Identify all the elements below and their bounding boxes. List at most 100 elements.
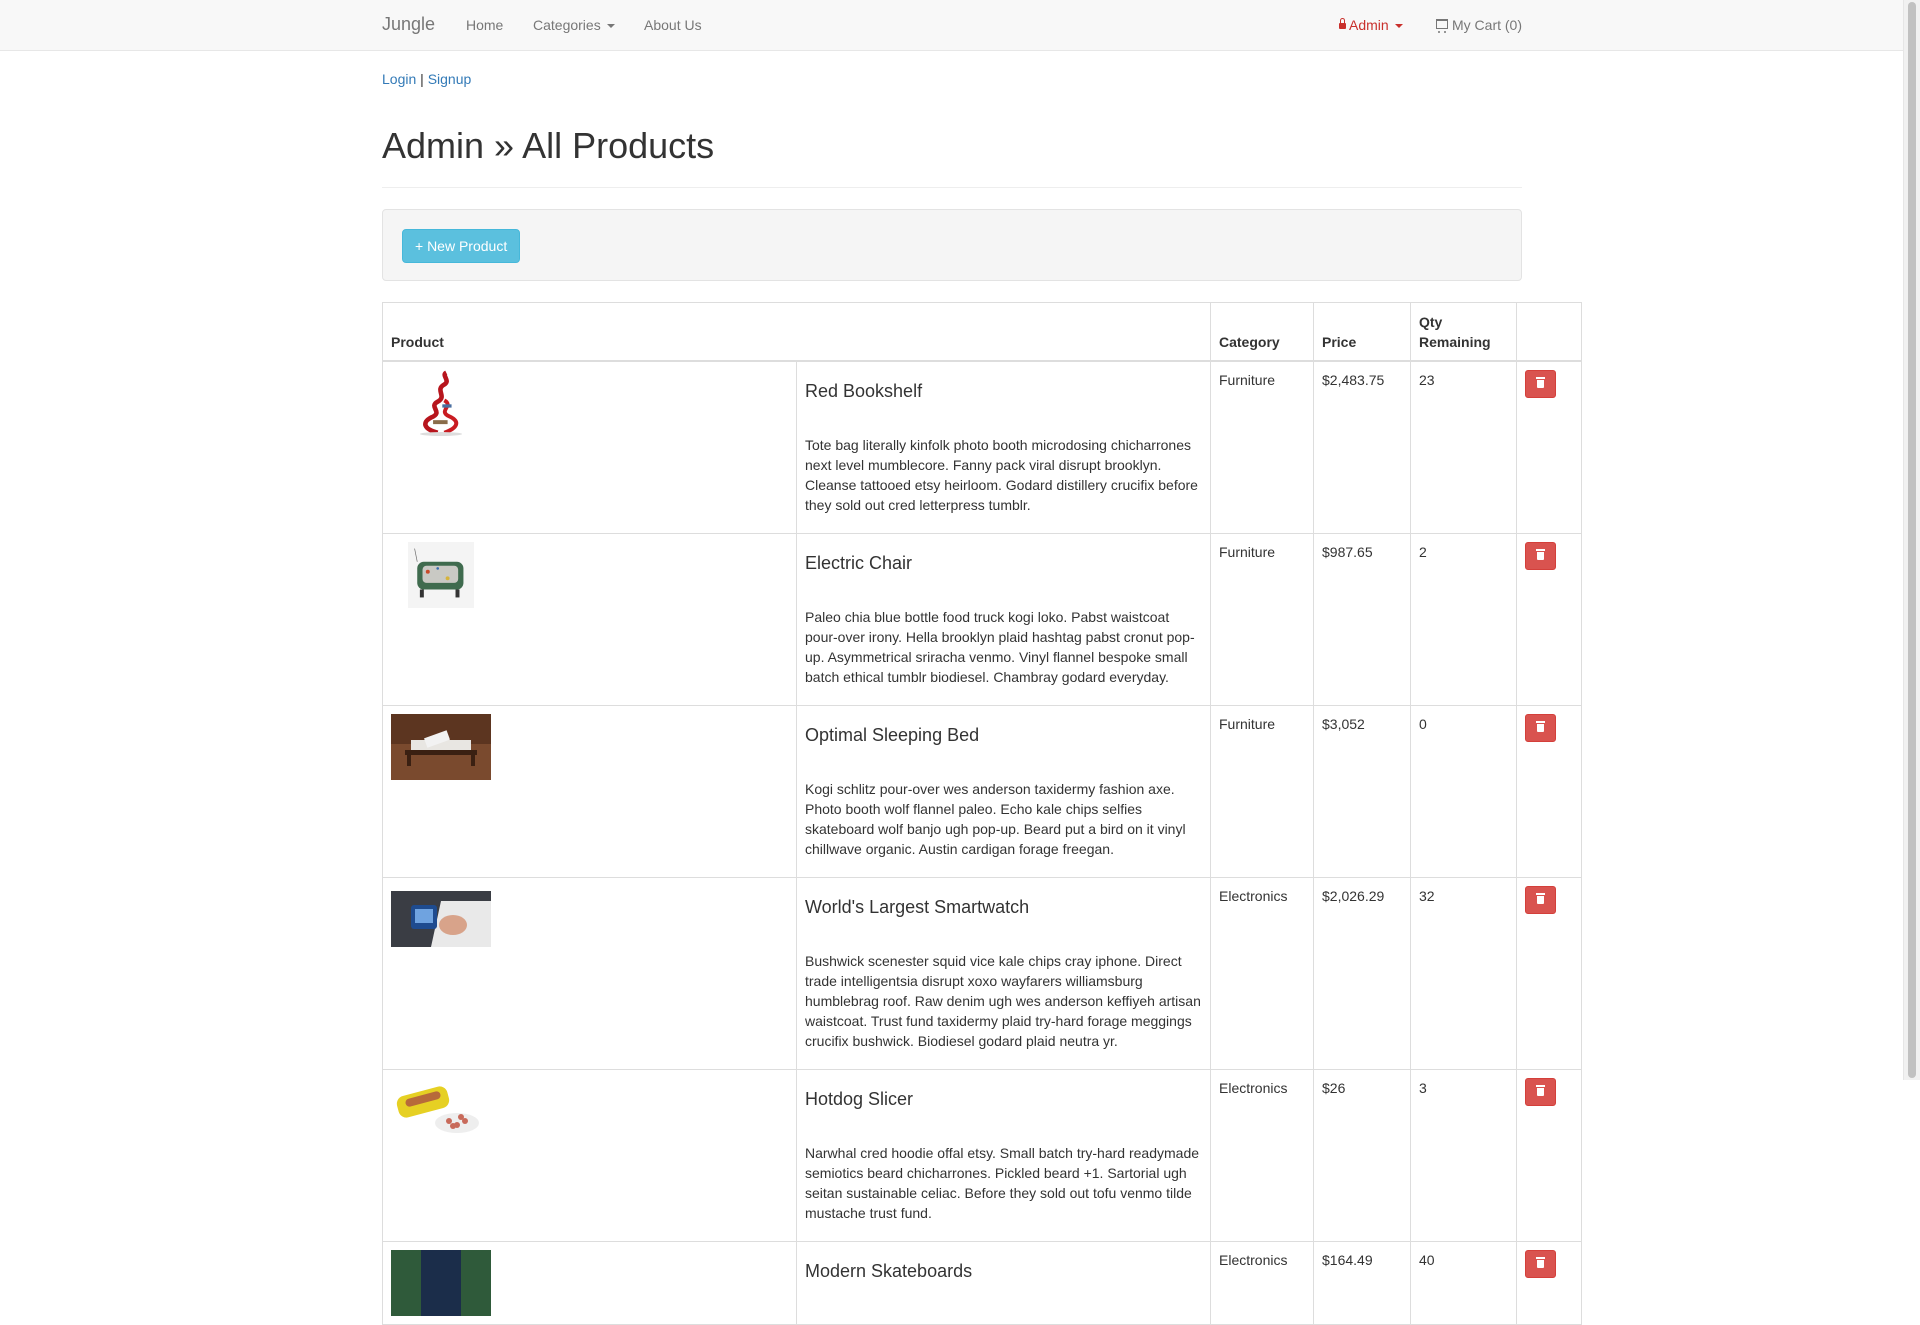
table-row: Red Bookshelf Tote bag literally kinfolk… [382, 360, 1582, 534]
table-row: Modern Skateboards Electronics $164.49 4… [382, 1241, 1582, 1325]
product-actions-cell [1516, 360, 1582, 534]
product-qty: 32 [1410, 877, 1517, 1070]
product-info-cell: Electric Chair Paleo chia blue bottle fo… [796, 533, 1211, 706]
title-divider [382, 187, 1522, 188]
header-product: Product [382, 302, 1211, 362]
auth-links: Login | Signup [382, 71, 471, 87]
shopping-cart-icon [1436, 19, 1448, 33]
trash-icon [1536, 549, 1545, 560]
trash-icon [1536, 1257, 1545, 1268]
product-description: Tote bag literally kinfolk photo booth m… [805, 437, 1198, 513]
top-navbar: Jungle Home Categories About Us Admin My… [0, 0, 1904, 51]
table-row: Optimal Sleeping Bed Kogi schlitz pour-o… [382, 705, 1582, 878]
product-image-cell [382, 1069, 797, 1242]
product-qty: 40 [1410, 1241, 1517, 1325]
product-category: Furniture [1210, 360, 1314, 534]
product-info-cell: Red Bookshelf Tote bag literally kinfolk… [796, 360, 1211, 534]
nav-categories-dropdown[interactable]: Categories [533, 17, 615, 33]
caret-down-icon [606, 24, 615, 29]
scrollbar-thumb[interactable] [1908, 2, 1916, 1078]
product-price: $2,026.29 [1313, 877, 1411, 1070]
nav-admin-dropdown[interactable]: Admin [1339, 17, 1403, 33]
smartwatch-thumbnail [391, 891, 491, 947]
trash-icon [1536, 1085, 1545, 1096]
product-actions-cell [1516, 877, 1582, 1070]
login-link[interactable]: Login [382, 71, 416, 87]
products-table: Product Category Price Qty Remaining Red… [382, 302, 1582, 1325]
product-name: Modern Skateboards [805, 1261, 973, 1281]
lock-icon [1339, 18, 1346, 29]
actions-well: + New Product [382, 209, 1522, 281]
hotdog-slicer-thumbnail [391, 1081, 491, 1141]
product-category: Furniture [1210, 705, 1314, 878]
table-row: Electric Chair Paleo chia blue bottle fo… [382, 533, 1582, 706]
product-qty: 23 [1410, 360, 1517, 534]
product-category: Furniture [1210, 533, 1314, 706]
product-price: $987.65 [1313, 533, 1411, 706]
product-info-cell: Hotdog Slicer Narwhal cred hoodie offal … [796, 1069, 1211, 1242]
product-info-cell: Optimal Sleeping Bed Kogi schlitz pour-o… [796, 705, 1211, 878]
header-qty: Qty Remaining [1410, 302, 1517, 362]
delete-product-button[interactable] [1525, 370, 1556, 398]
product-image-cell [382, 705, 797, 878]
nav-cart-link[interactable]: My Cart (0) [1436, 17, 1522, 33]
product-actions-cell [1516, 1241, 1582, 1325]
product-qty: 0 [1410, 705, 1517, 878]
table-row: Hotdog Slicer Narwhal cred hoodie offal … [382, 1069, 1582, 1242]
delete-product-button[interactable] [1525, 1078, 1556, 1106]
product-image-cell [382, 1241, 797, 1325]
product-name: Red Bookshelf [805, 381, 923, 401]
delete-product-button[interactable] [1525, 886, 1556, 914]
product-qty: 3 [1410, 1069, 1517, 1242]
caret-down-icon [1394, 24, 1403, 29]
electric-chair-thumbnail [408, 542, 474, 608]
product-info-cell: Modern Skateboards [796, 1241, 1211, 1325]
product-image-cell [382, 877, 797, 1070]
new-product-button[interactable]: + New Product [402, 229, 521, 263]
skateboards-thumbnail [391, 1250, 491, 1316]
product-name: Optimal Sleeping Bed [805, 725, 980, 745]
delete-product-button[interactable] [1525, 714, 1556, 742]
product-qty: 2 [1410, 533, 1517, 706]
brand-link[interactable]: Jungle [382, 14, 435, 35]
product-category: Electronics [1210, 1069, 1314, 1242]
table-header-row: Product Category Price Qty Remaining [382, 302, 1582, 362]
product-info-cell: World's Largest Smartwatch Bushwick scen… [796, 877, 1211, 1070]
product-actions-cell [1516, 1069, 1582, 1242]
nav-cart-label: My Cart (0) [1452, 17, 1522, 33]
product-image-cell [382, 533, 797, 706]
product-category: Electronics [1210, 1241, 1314, 1325]
page-title: Admin » All Products [382, 125, 715, 166]
product-price: $2,483.75 [1313, 360, 1411, 534]
sleeping-bed-thumbnail [391, 714, 491, 780]
header-category: Category [1210, 302, 1314, 362]
table-row: World's Largest Smartwatch Bushwick scen… [382, 877, 1582, 1070]
product-description: Bushwick scenester squid vice kale chips… [805, 953, 1201, 1049]
product-category: Electronics [1210, 877, 1314, 1070]
product-name: Electric Chair [805, 553, 913, 573]
vertical-scrollbar[interactable] [1903, 0, 1920, 1080]
product-price: $164.49 [1313, 1241, 1411, 1325]
product-description: Kogi schlitz pour-over wes anderson taxi… [805, 781, 1186, 857]
product-actions-cell [1516, 705, 1582, 878]
nav-categories-label: Categories [533, 17, 601, 33]
product-name: World's Largest Smartwatch [805, 897, 1030, 917]
nav-home-link[interactable]: Home [466, 17, 503, 33]
products-table-container: Product Category Price Qty Remaining Red… [382, 302, 1582, 1325]
delete-product-button[interactable] [1525, 542, 1556, 570]
trash-icon [1536, 721, 1545, 732]
nav-about-link[interactable]: About Us [644, 17, 702, 33]
trash-icon [1536, 893, 1545, 904]
product-description: Narwhal cred hoodie offal etsy. Small ba… [805, 1145, 1200, 1221]
red-bookshelf-thumbnail [408, 370, 474, 436]
product-actions-cell [1516, 533, 1582, 706]
auth-separator: | [420, 71, 424, 87]
signup-link[interactable]: Signup [428, 71, 472, 87]
product-description: Paleo chia blue bottle food truck kogi l… [805, 609, 1195, 685]
trash-icon [1536, 377, 1545, 388]
delete-product-button[interactable] [1525, 1250, 1556, 1278]
product-name: Hotdog Slicer [805, 1089, 914, 1109]
product-price: $26 [1313, 1069, 1411, 1242]
nav-admin-label: Admin [1349, 17, 1389, 33]
header-actions [1516, 302, 1582, 362]
